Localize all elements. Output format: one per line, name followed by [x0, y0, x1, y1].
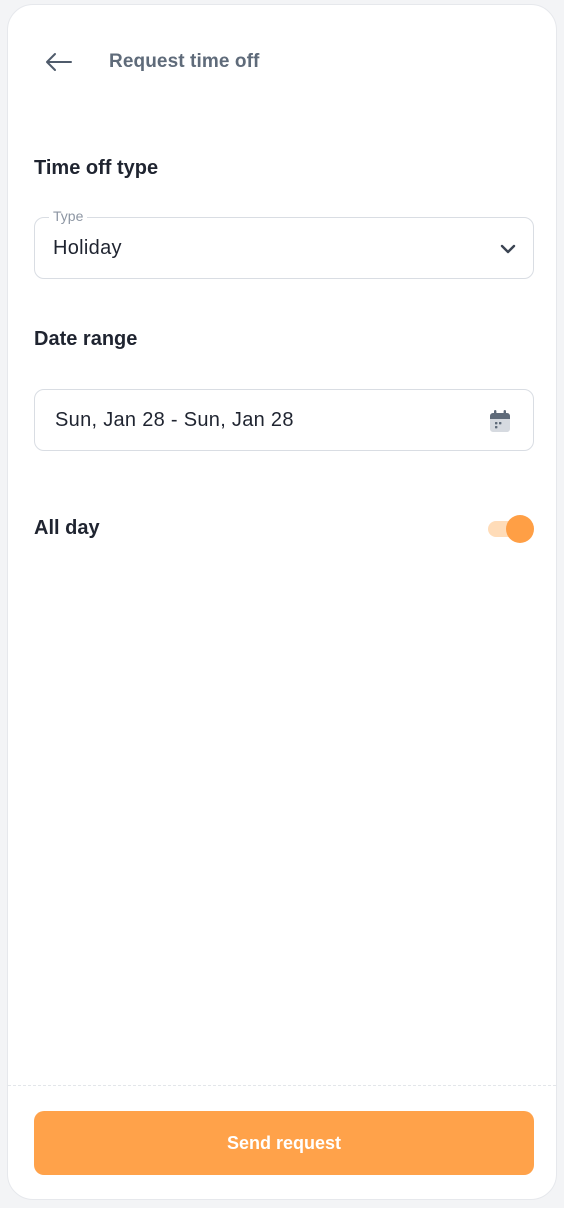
time-off-type-select[interactable]: Type Holiday	[34, 208, 534, 279]
phone-screen: Request time off Time off type Type Holi…	[7, 4, 557, 1200]
toggle-knob	[506, 515, 534, 543]
page-title: Request time off	[109, 51, 260, 72]
arrow-left-icon	[46, 53, 72, 71]
all-day-toggle[interactable]	[488, 515, 534, 543]
type-legend: Type	[49, 208, 88, 224]
date-range-field[interactable]: Sun, Jan 28 - Sun, Jan 28	[34, 389, 534, 451]
app-header: Request time off	[8, 5, 556, 121]
calendar-icon[interactable]	[489, 409, 511, 433]
time-off-type-value: Holiday	[53, 237, 122, 259]
send-request-button[interactable]: Send request	[34, 1111, 534, 1175]
chevron-down-icon	[500, 244, 516, 254]
date-range-value: Sun, Jan 28 - Sun, Jan 28	[55, 409, 294, 431]
footer-divider	[8, 1085, 556, 1086]
time-off-type-label: Time off type	[34, 157, 159, 179]
back-button[interactable]	[42, 45, 76, 79]
all-day-label: All day	[34, 517, 100, 539]
date-range-label: Date range	[34, 328, 138, 350]
